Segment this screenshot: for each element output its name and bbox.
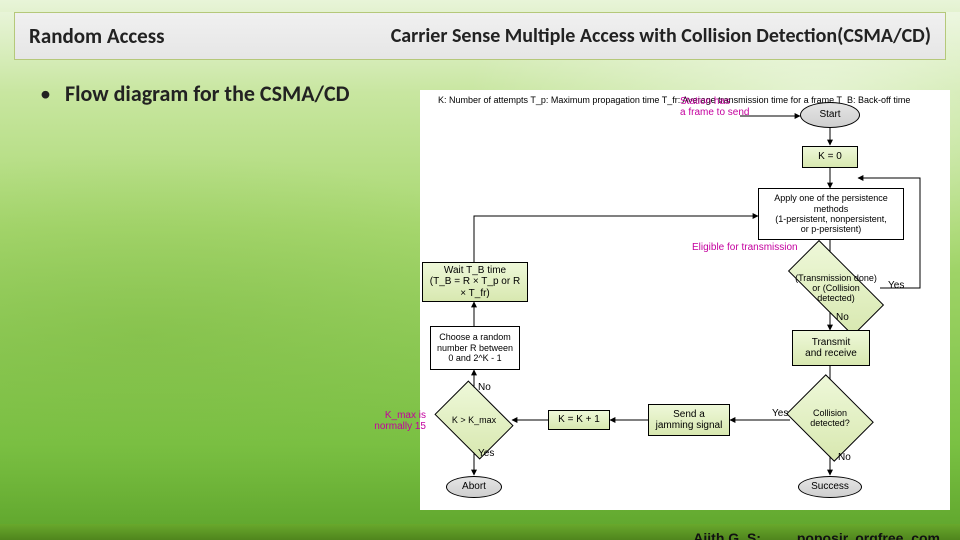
footer-site: poposir. orgfree. com xyxy=(797,530,940,540)
node-wait: Wait T_B time (T_B = R × T_p or R × T_fr… xyxy=(422,262,528,302)
footer-author: Ajith G. S: xyxy=(693,530,761,540)
node-abort: Abort xyxy=(446,476,502,498)
title-banner: Random Access Carrier Sense Multiple Acc… xyxy=(14,12,946,60)
annot-kmax: K_max is normally 15 xyxy=(366,410,426,432)
banner-right: Carrier Sense Multiple Access with Colli… xyxy=(391,24,945,48)
node-k0: K = 0 xyxy=(802,146,858,168)
flowchart: K: Number of attempts T_p: Maximum propa… xyxy=(420,90,950,510)
node-choose: Choose a random number R between 0 and 2… xyxy=(430,326,520,370)
annot-eligible: Eligible for transmission xyxy=(692,242,798,253)
node-persist: Apply one of the persistence methods (1-… xyxy=(758,188,904,240)
node-collision: Collision detected? xyxy=(796,390,864,446)
node-jamming: Send a jamming signal xyxy=(648,404,730,436)
label-yes-3: Yes xyxy=(478,448,494,459)
footer: Ajith G. S: poposir. orgfree. com xyxy=(693,530,940,540)
label-yes-1: Yes xyxy=(888,280,904,291)
node-kgt: K > K_max xyxy=(442,396,506,444)
node-tx-recv: Transmit and receive xyxy=(792,330,870,366)
label-yes-2: Yes xyxy=(772,408,788,419)
slide-bullet: Flow diagram for the CSMA/CD xyxy=(40,80,960,107)
node-tx-done: (Transmission done) or (Collision detect… xyxy=(790,266,882,310)
label-no-1: No xyxy=(836,312,849,323)
node-kinc: K = K + 1 xyxy=(548,410,610,430)
label-no-2: No xyxy=(478,382,491,393)
node-success: Success xyxy=(798,476,862,498)
banner-left: Random Access xyxy=(15,23,164,49)
label-no-3: No xyxy=(838,452,851,463)
